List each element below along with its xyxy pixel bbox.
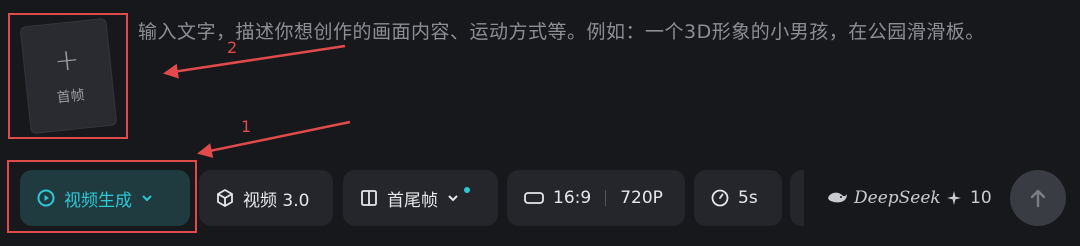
deepseek-label: DeepSeek	[854, 188, 941, 208]
arrow-up-icon	[1027, 187, 1049, 209]
duration-selector[interactable]: 5s	[694, 170, 782, 226]
aspect-ratio-icon	[523, 188, 545, 208]
annotation-number-2: 2	[227, 38, 238, 57]
annotation-number-1: 1	[241, 117, 252, 136]
cube-icon	[215, 188, 235, 208]
new-indicator-dot	[464, 187, 470, 193]
model-selector[interactable]: 视频 3.0	[199, 170, 333, 226]
annotation-arrow-2	[163, 44, 346, 79]
model-label: 视频 3.0	[243, 190, 310, 211]
divider	[605, 190, 607, 206]
duration-label: 5s	[738, 188, 758, 208]
deepseek-whale-icon	[826, 189, 848, 207]
clock-icon	[710, 188, 730, 208]
frames-selector[interactable]: 首尾帧	[343, 170, 498, 226]
frames-label: 首尾帧	[387, 190, 438, 211]
annotation-arrow-1	[197, 120, 351, 158]
credits-cost: 10	[946, 185, 992, 211]
prompt-input[interactable]: 输入文字，描述你想创作的画面内容、运动方式等。例如：一个3D形象的小男孩，在公园…	[138, 15, 1058, 49]
toolbar-overflow-chip[interactable]	[790, 170, 804, 226]
resolution-label: 720P	[620, 188, 663, 208]
sparkle-icon	[946, 190, 962, 206]
annotation-box-mode	[7, 160, 197, 233]
frames-icon	[359, 188, 379, 208]
ratio-label: 16:9	[553, 188, 592, 208]
ratio-resolution-selector[interactable]: 16:9 720P	[507, 170, 685, 226]
credits-value: 10	[970, 188, 992, 208]
annotation-box-first-frame	[8, 13, 128, 139]
submit-button[interactable]	[1010, 170, 1066, 226]
chevron-down-icon	[446, 191, 460, 205]
deepseek-toggle[interactable]: DeepSeek	[826, 185, 941, 211]
